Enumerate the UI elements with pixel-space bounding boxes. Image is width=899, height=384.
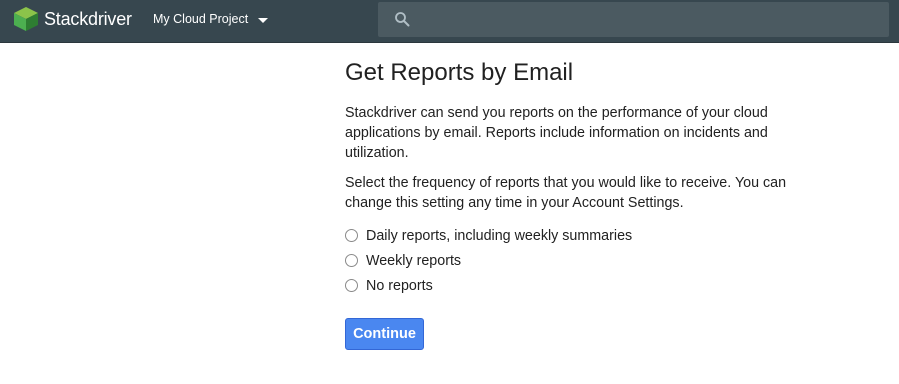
- daily-reports-radio[interactable]: [345, 229, 358, 242]
- instruction-text: Select the frequency of reports that you…: [345, 175, 787, 211]
- option-weekly-reports[interactable]: Weekly reports: [345, 248, 795, 273]
- option-label: Weekly reports: [366, 252, 462, 269]
- weekly-reports-radio[interactable]: [345, 254, 358, 267]
- project-name: My Cloud Project: [153, 12, 249, 26]
- stackdriver-logo-icon[interactable]: [12, 7, 40, 31]
- report-frequency-options: Daily reports, including weekly summarie…: [345, 223, 795, 298]
- search-icon: [395, 12, 410, 27]
- top-bar: Stackdriver My Cloud Project: [0, 0, 899, 43]
- search-box[interactable]: [378, 2, 889, 37]
- project-selector[interactable]: My Cloud Project: [153, 12, 269, 26]
- search-input[interactable]: [422, 2, 882, 37]
- option-daily-reports[interactable]: Daily reports, including weekly summarie…: [345, 223, 795, 248]
- option-label: No reports: [366, 277, 433, 294]
- brand-name[interactable]: Stackdriver: [44, 9, 132, 30]
- page-title: Get Reports by Email: [345, 59, 574, 86]
- description-text: Stackdriver can send you reports on the …: [345, 105, 768, 161]
- option-no-reports[interactable]: No reports: [345, 273, 795, 298]
- continue-button[interactable]: Continue: [345, 318, 424, 350]
- option-label: Daily reports, including weekly summarie…: [366, 227, 633, 244]
- report-settings-panel: Get Reports by Email Stackdriver can sen…: [345, 58, 795, 350]
- no-reports-radio[interactable]: [345, 279, 358, 292]
- chevron-down-icon: [258, 17, 269, 23]
